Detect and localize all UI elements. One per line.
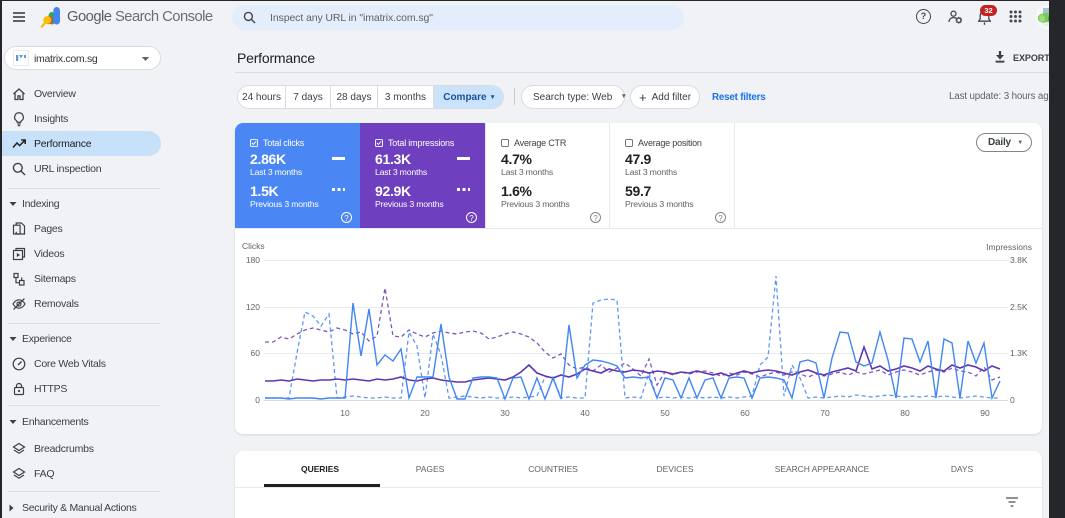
svg-text:3.8K: 3.8K: [1010, 255, 1028, 265]
svg-text:90: 90: [980, 408, 990, 418]
svg-text:50: 50: [660, 408, 670, 418]
svg-text:60: 60: [251, 348, 261, 358]
svg-text:120: 120: [246, 302, 260, 312]
svg-text:180: 180: [246, 255, 260, 265]
svg-text:Impressions: Impressions: [986, 242, 1032, 252]
svg-text:80: 80: [900, 408, 910, 418]
svg-text:2.5K: 2.5K: [1010, 302, 1028, 312]
svg-text:1.3K: 1.3K: [1010, 348, 1028, 358]
svg-text:40: 40: [580, 408, 590, 418]
svg-text:0: 0: [255, 395, 260, 405]
svg-text:Clicks: Clicks: [242, 241, 265, 251]
svg-text:60: 60: [740, 408, 750, 418]
svg-text:20: 20: [420, 408, 430, 418]
svg-text:0: 0: [1010, 395, 1015, 405]
svg-text:10: 10: [340, 408, 350, 418]
svg-text:30: 30: [500, 408, 510, 418]
svg-text:70: 70: [820, 408, 830, 418]
